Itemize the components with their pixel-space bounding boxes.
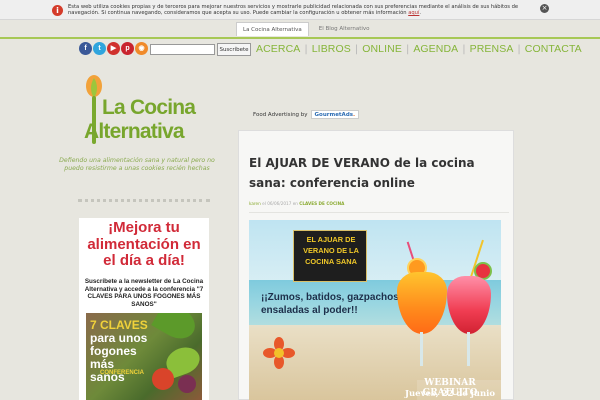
image-banner: EL AJUAR DE VERANO DE LA COCINA SANA	[293, 230, 367, 282]
food-advertising-strip[interactable]: Food Advertising by GourmetAds.	[253, 110, 360, 119]
nav-contacta[interactable]: CONTACTA	[525, 43, 582, 55]
info-icon: i	[52, 5, 63, 16]
nav-libros[interactable]: LIBROS	[312, 43, 351, 55]
logo-text-line2: Alternativa	[84, 120, 185, 143]
site-logo[interactable]: La Cocina Alternativa	[84, 74, 204, 149]
onion-decoration	[178, 375, 196, 393]
cookie-notice-text: Esta web utiliza cookies propias y de te…	[68, 4, 519, 17]
cookie-bar: i Esta web utiliza cookies propias y de …	[0, 0, 600, 20]
tab-el-blog-alternativo[interactable]: El Blog Alternativo	[313, 22, 376, 36]
post-category-prefix: en	[292, 201, 298, 206]
subscribe-button[interactable]: Suscríbete	[217, 43, 251, 56]
post-panel: El AJUAR DE VERANO de la cocina sana: co…	[238, 130, 514, 400]
nav-separator: |	[517, 43, 521, 55]
header-divider	[0, 37, 600, 39]
close-icon[interactable]: ×	[540, 4, 549, 13]
post-date: 06/06/2017	[267, 201, 292, 206]
newsletter-email-input[interactable]	[150, 44, 215, 55]
pinterest-icon[interactable]: p	[121, 42, 134, 55]
nav-online[interactable]: ONLINE	[362, 43, 402, 55]
post-featured-image[interactable]: EL AJUAR DE VERANO DE LA COCINA SANA ¡¡Z…	[249, 220, 501, 400]
nav-separator: |	[304, 43, 308, 55]
glass-stem	[467, 332, 470, 366]
ad-label: Food Advertising by	[253, 111, 308, 118]
youtube-icon[interactable]: ▶	[107, 42, 120, 55]
nav-separator: |	[405, 43, 410, 55]
post-category[interactable]: CLAVES DE COCINA	[299, 201, 344, 206]
post-title[interactable]: El AJUAR DE VERANO de la cocina sana: co…	[249, 153, 509, 193]
sidebar-divider	[78, 199, 210, 202]
webinar-date: Jueves, 22 de junio	[404, 389, 496, 399]
nav-agenda[interactable]: AGENDA	[413, 43, 458, 55]
flower-icon	[263, 337, 295, 369]
rss-icon[interactable]: ◉	[135, 42, 148, 55]
site-tagline: Defiendo una alimentación sana y natural…	[59, 157, 215, 173]
promo-title: ¡Mejora tu alimentación en el día a día!	[87, 219, 201, 269]
nav-prensa[interactable]: PRENSA	[470, 43, 514, 55]
tab-la-cocina-alternativa[interactable]: La Cocina Alternativa	[236, 22, 309, 36]
site-tabs: La Cocina Alternativa El Blog Alternativ…	[236, 22, 376, 36]
facebook-icon[interactable]: f	[79, 42, 92, 55]
tomato-decoration	[152, 368, 174, 390]
nav-separator: |	[354, 43, 359, 55]
glass-stem	[420, 332, 423, 366]
post-author[interactable]: karen	[249, 201, 261, 206]
post-meta: karen el 06/06/2017 en CLAVES DE COCINA	[249, 201, 509, 213]
red-drink-glass	[447, 276, 491, 334]
promo-image[interactable]: 7 CLAVES para unos fogones más sanos CON…	[86, 313, 202, 400]
promo-image-label: CONFERENCIA	[100, 370, 145, 376]
cookie-more-info-link[interactable]: aquí	[408, 10, 419, 16]
main-menu: ACERCA | LIBROS | ONLINE | AGENDA | PREN…	[256, 43, 582, 55]
promo-description: Suscríbete a la newsletter de La Cocina …	[84, 278, 204, 308]
gourmetads-logo[interactable]: GourmetAds.	[310, 110, 360, 119]
newsletter-promo: ¡Mejora tu alimentación en el día a día!…	[79, 218, 209, 400]
nav-acerca[interactable]: ACERCA	[256, 43, 300, 55]
image-drinks-text: ¡¡Zumos, batidos, gazpachos y ensaladas …	[261, 292, 408, 316]
logo-text-line1: La Cocina	[102, 96, 196, 119]
leaf-decoration	[151, 313, 201, 345]
post-date-prefix: el	[262, 201, 266, 206]
image-banner-text: EL AJUAR DE VERANO DE LA COCINA SANA	[303, 235, 359, 266]
nav-bar: f t ▶ p ◉ Suscríbete ACERCA | LIBROS | O…	[0, 41, 600, 59]
twitter-icon[interactable]: t	[93, 42, 106, 55]
nav-separator: |	[462, 43, 466, 55]
